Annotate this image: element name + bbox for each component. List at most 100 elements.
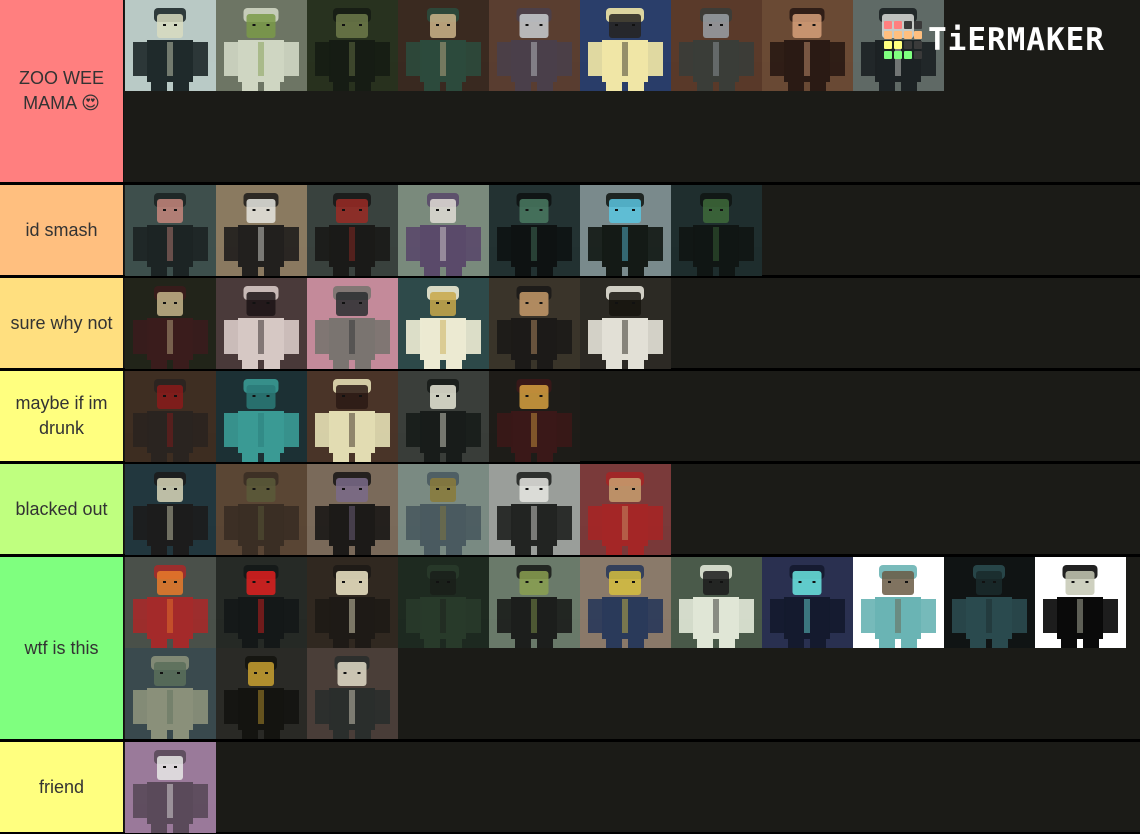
tier-item-red-eyed-dark-armor-character[interactable] [216, 557, 307, 648]
logo-grid-square [894, 51, 902, 59]
logo-grid-square [894, 21, 902, 29]
tier-item-horned-dark-teal-character[interactable] [125, 185, 216, 276]
tier-item-white-suit-character[interactable] [671, 557, 762, 648]
tier-item-bald-dark-coat-lantern-character[interactable] [307, 557, 398, 648]
tier-item-dark-blue-glowing-creature[interactable] [762, 557, 853, 648]
character-image [307, 278, 398, 369]
character-image [489, 185, 580, 276]
tier-item-horned-purple-kimono-character[interactable] [398, 185, 489, 276]
tier-item-bowler-hat-green-vest-character[interactable] [489, 557, 580, 648]
tier-label[interactable]: blacked out [0, 464, 124, 554]
tier-label[interactable]: friend [0, 742, 124, 832]
tier-item-red-tunic-brown-hair-character[interactable] [580, 464, 671, 555]
tier-item-white-haired-green-outfit-character[interactable] [216, 0, 307, 91]
tier-item-black-hooded-cat-ear-character[interactable] [125, 0, 216, 91]
logo-grid-square [904, 51, 912, 59]
tiermaker-logo: TiERMAKER [884, 20, 1105, 60]
tier-item-teal-blocky-creature[interactable] [216, 371, 307, 462]
character-image [398, 185, 489, 276]
tier-item-black-spiky-hair-red-coat-character[interactable] [125, 371, 216, 462]
tier-label[interactable]: maybe if im drunk [0, 371, 124, 461]
tier-items-dropzone[interactable] [124, 742, 1140, 833]
tier-item-black-hair-pale-cloak-character[interactable] [216, 278, 307, 369]
tier-item-black-hair-yellow-streak-character[interactable] [580, 557, 671, 648]
logo-grid-square [914, 41, 922, 49]
tier-item-black-cap-sunglasses-character[interactable] [307, 371, 398, 462]
tier-item-blonde-maroon-robe-character[interactable] [125, 278, 216, 369]
tier-item-white-hair-cream-coat-character[interactable] [398, 278, 489, 369]
tier-item-curly-hair-black-coat-character[interactable] [489, 278, 580, 369]
tier-row: blacked out [0, 464, 1140, 555]
character-image [398, 371, 489, 462]
tier-item-wide-hat-red-cloak-character[interactable] [489, 371, 580, 462]
tier-item-green-haired-shadow-character[interactable] [489, 185, 580, 276]
tier-item-green-skinned-creature[interactable] [671, 185, 762, 276]
tier-item-tattoo-face-white-coat-character[interactable] [489, 464, 580, 555]
tier-item-blonde-long-haired-character[interactable] [580, 0, 671, 91]
tier-item-spiky-black-hair-gold-coat-character[interactable] [216, 648, 307, 739]
tier-items-dropzone[interactable] [124, 371, 1140, 462]
tier-label[interactable]: wtf is this [0, 557, 124, 739]
logo-grid-square [894, 31, 902, 39]
logo-text: TiERMAKER [928, 22, 1105, 58]
tier-label[interactable]: id smash [0, 185, 124, 275]
character-image [580, 185, 671, 276]
character-image [125, 278, 216, 369]
tier-label[interactable]: ZOO WEE MAMA 😍 [0, 0, 124, 182]
character-image [216, 371, 307, 462]
logo-grid-square [914, 51, 922, 59]
character-image [216, 557, 307, 648]
tier-item-dark-hooded-glowing-eyes-character[interactable] [398, 371, 489, 462]
tier-row: wtf is this [0, 557, 1140, 739]
tier-item-teal-ragged-zombie-character[interactable] [853, 557, 944, 648]
tier-item-purple-skinned-vest-character[interactable] [307, 464, 398, 555]
tier-label[interactable]: sure why not [0, 278, 124, 368]
character-image [489, 371, 580, 462]
tier-item-curly-hair-brown-jacket-character[interactable] [216, 464, 307, 555]
tier-item-black-hulking-skull-creature[interactable] [1035, 557, 1126, 648]
tier-item-purple-golem-holding-mug[interactable] [125, 742, 216, 833]
tier-item-white-hooded-robe-character[interactable] [580, 278, 671, 369]
tier-item-clustered-teal-heads-creature[interactable] [944, 557, 1035, 648]
tier-item-flame-pattern-hooded-character[interactable] [762, 0, 853, 91]
character-image [580, 557, 671, 648]
character-image [944, 557, 1035, 648]
tier-item-red-masked-hat-character[interactable] [307, 185, 398, 276]
tier-item-bald-dark-armored-character[interactable] [307, 648, 398, 739]
character-image [762, 0, 853, 91]
tier-items-dropzone[interactable] [124, 557, 1140, 739]
tier-items-dropzone[interactable] [124, 464, 1140, 555]
logo-grid-square [914, 21, 922, 29]
tier-item-dark-green-hooded-character[interactable] [307, 0, 398, 91]
character-image [307, 371, 398, 462]
character-image [1035, 557, 1126, 648]
logo-grid-square [894, 41, 902, 49]
character-image [580, 278, 671, 369]
tier-items-dropzone[interactable] [124, 185, 1140, 276]
tier-items-dropzone[interactable] [124, 278, 1140, 369]
tier-item-silver-haired-purple-coat-character[interactable] [489, 0, 580, 91]
character-image [307, 557, 398, 648]
character-image [489, 464, 580, 555]
tier-item-blue-haired-horned-character[interactable] [580, 185, 671, 276]
tier-item-orange-spiky-hair-red-tunic-character[interactable] [125, 557, 216, 648]
tier-item-grey-skinned-dark-coat-character[interactable] [671, 0, 762, 91]
tier-item-pale-spiny-fish-creature[interactable] [125, 648, 216, 739]
tier-row: maybe if im drunk [0, 371, 1140, 462]
logo-grid-square [904, 41, 912, 49]
character-image [216, 0, 307, 91]
character-image [398, 0, 489, 91]
tier-row: id smash [0, 185, 1140, 276]
tier-item-armored-knight-character[interactable] [398, 464, 489, 555]
character-image [398, 278, 489, 369]
character-image [125, 648, 216, 739]
character-image [125, 557, 216, 648]
character-image [489, 278, 580, 369]
tier-item-striped-sleeves-character[interactable] [216, 185, 307, 276]
tier-item-grey-haired-tan-robe-character[interactable] [398, 0, 489, 91]
tier-item-masked-teal-eyes-character[interactable] [307, 278, 398, 369]
character-image [671, 185, 762, 276]
logo-grid-square [884, 41, 892, 49]
tier-item-dark-green-plant-creature[interactable] [398, 557, 489, 648]
tier-item-spiky-blonde-dark-armor-character[interactable] [125, 464, 216, 555]
